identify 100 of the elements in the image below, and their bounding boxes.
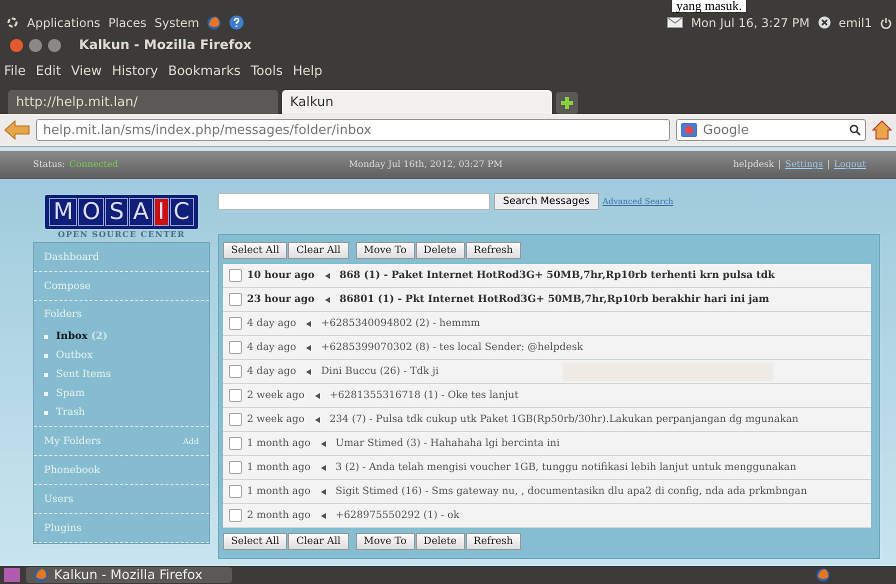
toolbar-button[interactable]: Clear All: [288, 533, 349, 550]
bullet-icon: [44, 392, 48, 396]
search-field[interactable]: [218, 193, 490, 210]
menu-item[interactable]: Help: [292, 64, 322, 78]
home-icon[interactable]: [872, 120, 892, 140]
separator: |: [826, 160, 830, 170]
mail-icon[interactable]: [666, 17, 683, 28]
toolbar-button[interactable]: Clear All: [288, 242, 349, 259]
user-status-icon: [818, 16, 831, 29]
toolbar-button[interactable]: Select All: [223, 533, 288, 550]
message-text: Umar Stimed (3) - Hahahaha lgi bercinta ini: [336, 438, 560, 449]
taskbar-window[interactable]: Kalkun - Mozilla Firefox: [26, 567, 232, 583]
clock[interactable]: Mon Jul 16, 3:27 PM: [690, 16, 810, 30]
bullet-icon: [44, 334, 48, 338]
message-time: 1 month ago: [247, 462, 311, 473]
triangle-icon: [306, 344, 312, 350]
message-text: 868 (1) - Paket Internet HotRod3G+ 50MB,7hr,Rp10rb terhenti krn pulsa tdk: [340, 270, 775, 281]
message-time: 23 hour ago: [247, 294, 314, 305]
checkbox[interactable]: [229, 413, 242, 426]
message-row[interactable]: 4 day ago +6285340094802 (2) - hemmm: [223, 312, 871, 336]
search-icon[interactable]: [849, 124, 861, 136]
triangle-icon: [306, 320, 312, 326]
triangle-icon: [306, 368, 312, 374]
new-tab-icon[interactable]: [556, 92, 578, 114]
address-bar[interactable]: help.mit.lan/sms/index.php/messages/folder/inbox: [36, 119, 670, 141]
search-bar[interactable]: Google: [676, 119, 866, 141]
browser-icon: [207, 16, 222, 30]
gear-icon[interactable]: [6, 16, 19, 29]
toolbar-button[interactable]: Refresh: [466, 242, 521, 259]
checkbox[interactable]: [229, 461, 242, 474]
message-time: 2 week ago: [247, 390, 305, 401]
message-row[interactable]: 2 week ago 234 (7) - Pulsa tdk cukup utk Paket 1GB(Rp50rb/30hr).Lakukan perpanjangan dg mgunakan: [223, 408, 871, 432]
message-time: 4 day ago: [247, 318, 296, 329]
menu-item[interactable]: History: [112, 64, 158, 78]
user-name: helpdesk: [733, 160, 774, 170]
menu-item[interactable]: Bookmarks: [168, 64, 241, 78]
window-title: Kalkun - Mozilla Firefox: [79, 38, 252, 52]
message-time: 4 day ago: [247, 342, 296, 353]
minimize-button[interactable]: [29, 38, 42, 52]
menu-item[interactable]: Edit: [36, 64, 61, 78]
date-text: Monday Jul 16th, 2012, 03:27 PM: [348, 160, 503, 170]
message-time: 2 month ago: [247, 510, 311, 521]
toolbar-button[interactable]: Refresh: [466, 533, 521, 550]
message-time: 1 month ago: [247, 486, 311, 497]
panel-menu[interactable]: Places: [108, 16, 146, 30]
user-name[interactable]: emil1: [838, 16, 872, 30]
search-engine-icon: [681, 123, 697, 137]
checkbox[interactable]: [229, 269, 242, 282]
message-text: Dini Buccu (26) - Tdk ji: [321, 366, 439, 377]
triangle-icon: [314, 416, 320, 422]
triangle-icon: [320, 512, 326, 518]
checkbox[interactable]: [229, 509, 242, 522]
message-row[interactable]: 1 month ago Umar Stimed (3) - Hahahaha lgi bercinta ini: [223, 432, 871, 456]
toolbar-button[interactable]: Move To: [356, 242, 415, 259]
message-row[interactable]: 4 day ago Dini Buccu (26) - Tdk ji: [223, 360, 871, 384]
close-button[interactable]: [10, 38, 23, 52]
panel-menu[interactable]: System: [154, 16, 200, 30]
message-row[interactable]: 1 month ago 3 (2) - Anda telah mengisi voucher 1GB, tunggu notifikasi lebih lanjut untuk menggunakan: [223, 456, 871, 480]
menu-item[interactable]: File: [4, 64, 26, 78]
panel-menu[interactable]: Applications: [27, 16, 100, 30]
message-row[interactable]: 10 hour ago 868 (1) - Paket Internet HotRod3G+ 50MB,7hr,Rp10rb terhenti krn pulsa tdk: [223, 264, 871, 288]
message-row[interactable]: 2 week ago +6281355316718 (1) - Oke tes lanjut: [223, 384, 871, 408]
menu-item[interactable]: View: [70, 64, 102, 78]
help-icon[interactable]: [229, 15, 244, 30]
checkbox[interactable]: [229, 437, 242, 450]
back-arrow-icon[interactable]: [4, 120, 30, 140]
search-button[interactable]: Search Messages: [494, 193, 599, 210]
checkbox[interactable]: [229, 317, 242, 330]
browser-tab[interactable]: Kalkun: [282, 90, 552, 114]
triangle-icon: [320, 488, 326, 494]
browser-icon: [34, 568, 48, 582]
message-time: 1 month ago: [247, 438, 311, 449]
toolbar-button[interactable]: Move To: [356, 533, 415, 550]
browser-tab[interactable]: http://help.mit.lan/: [8, 90, 278, 114]
toolbar-button[interactable]: Delete: [416, 533, 465, 550]
message-row[interactable]: 23 hour ago 86801 (1) - Pkt Internet HotRod3G+ 50MB,7hr,Rp10rb berakhir hari ini jam: [223, 288, 871, 312]
message-text: +6285340094802 (2) - hemmm: [321, 318, 480, 329]
menu-item[interactable]: Tools: [250, 64, 283, 78]
checkbox[interactable]: [229, 341, 242, 354]
message-row[interactable]: 4 day ago +6285399070302 (8) - tes local Sender: @helpdesk: [223, 336, 871, 360]
toolbar-button[interactable]: Delete: [416, 242, 465, 259]
connection-status: Connected: [69, 160, 118, 170]
bullet-icon: [44, 372, 48, 376]
message-row[interactable]: 1 month ago Sigit Stimed (16) - Sms gateway nu, , documentasikn dlu apa2 di config, nda ada prkmbngan: [223, 480, 871, 504]
triangle-icon: [320, 440, 326, 446]
logo-tagline: OPEN SOURCE CENTER: [58, 229, 186, 239]
checkbox[interactable]: [229, 365, 242, 378]
folder-link[interactable]: Inbox (2): [56, 331, 108, 342]
message-text: +628975550292 (1) - ok: [336, 510, 460, 521]
toolbar-button[interactable]: Select All: [223, 242, 288, 259]
triangle-icon: [324, 272, 330, 278]
triangle-icon: [314, 392, 320, 398]
browser-icon: [816, 568, 830, 582]
maximize-button[interactable]: [48, 38, 61, 52]
triangle-icon: [320, 464, 326, 470]
checkbox[interactable]: [229, 293, 242, 306]
checkbox[interactable]: [229, 389, 242, 402]
checkbox[interactable]: [229, 485, 242, 498]
power-icon[interactable]: [880, 16, 892, 28]
message-row[interactable]: 2 month ago +628975550292 (1) - ok: [223, 504, 871, 528]
